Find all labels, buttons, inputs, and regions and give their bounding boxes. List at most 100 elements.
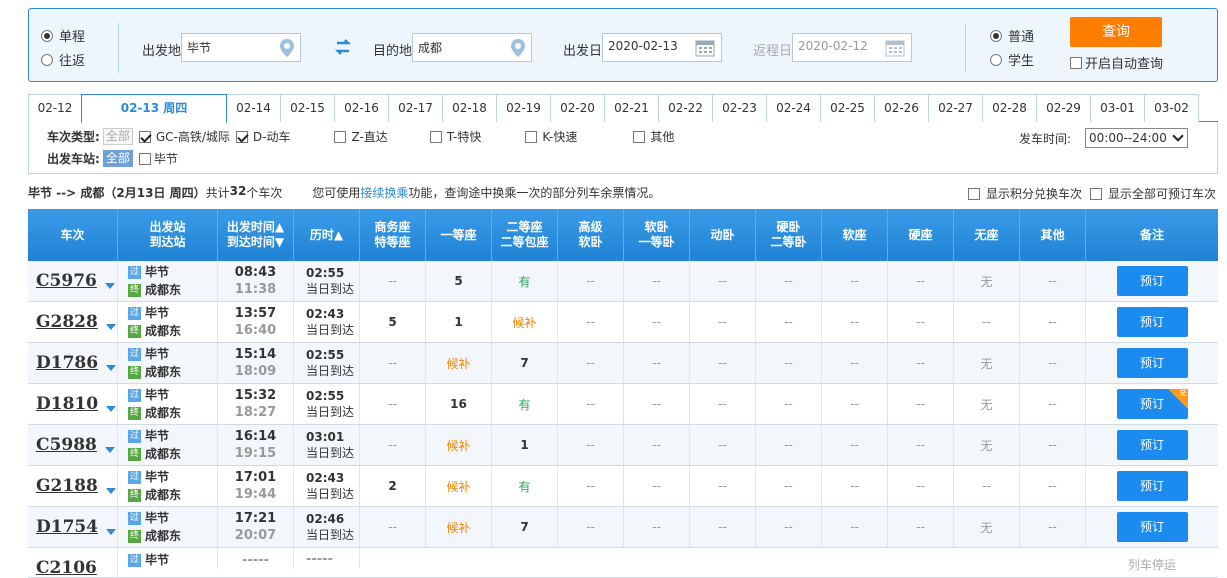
train-type-option[interactable]: GC-高铁/城际	[138, 128, 230, 145]
train-type-checkbox[interactable]	[138, 130, 151, 143]
date-tab[interactable]: 02-18	[442, 94, 497, 122]
date-tab[interactable]: 02-23	[712, 94, 767, 122]
passenger-normal[interactable]: 普通	[990, 26, 1034, 45]
train-number-link[interactable]: D1754	[36, 517, 98, 537]
date-tab[interactable]: 02-26	[874, 94, 929, 122]
seat-availability[interactable]: 2	[388, 479, 396, 493]
train-type-checkbox[interactable]	[334, 130, 347, 143]
station-all-button[interactable]: 全部	[102, 150, 133, 167]
radio-normal[interactable]	[990, 29, 1002, 42]
train-type-checkbox[interactable]	[525, 130, 538, 143]
trip-type-oneway[interactable]: 单程	[41, 26, 85, 45]
chevron-down-icon[interactable]	[105, 488, 116, 494]
seat-availability[interactable]: 候补	[446, 437, 470, 454]
from-station-name[interactable]: 毕节	[145, 345, 169, 363]
date-tab[interactable]: 02-19	[496, 94, 551, 122]
to-station-name[interactable]: 成都东	[145, 322, 181, 340]
to-station-name[interactable]: 成都东	[145, 445, 181, 463]
column-header[interactable]: 历时▲	[294, 209, 360, 261]
seat-availability[interactable]: 1	[520, 438, 528, 452]
train-number-link[interactable]: C2106	[36, 558, 97, 578]
from-station-name[interactable]: 毕节	[145, 263, 169, 281]
date-tab[interactable]: 02-13 周四	[81, 94, 227, 123]
chevron-down-icon[interactable]	[104, 283, 115, 289]
chevron-down-icon[interactable]	[104, 447, 115, 453]
seat-availability[interactable]: 有	[518, 396, 530, 413]
from-station-name[interactable]: 毕节	[145, 468, 169, 486]
date-tab[interactable]: 02-15	[280, 94, 335, 122]
date-tab[interactable]: 02-29	[1036, 94, 1091, 122]
train-type-option[interactable]: K-快速	[525, 128, 577, 145]
type-all-button[interactable]: 全部	[102, 128, 133, 145]
book-button[interactable]: 预订	[1116, 348, 1188, 378]
calendar-icon[interactable]	[885, 39, 905, 57]
to-input[interactable]: 成都	[412, 33, 532, 62]
chevron-down-icon[interactable]	[106, 365, 117, 371]
book-button[interactable]: 预订 兑	[1116, 389, 1188, 419]
auto-query-checkbox[interactable]	[1070, 56, 1082, 69]
date-tab[interactable]: 02-21	[604, 94, 659, 122]
radio-student[interactable]	[990, 53, 1002, 66]
seat-availability[interactable]: 候补	[446, 478, 470, 495]
seat-availability[interactable]: 5	[388, 315, 396, 329]
query-button[interactable]: 查询	[1070, 17, 1162, 47]
seat-availability[interactable]: 7	[520, 520, 528, 534]
date-tab[interactable]: 02-12	[28, 94, 82, 122]
depart-date-input[interactable]: 2020-02-13	[602, 33, 722, 62]
train-number-link[interactable]: C5976	[36, 271, 97, 291]
seat-availability[interactable]: 有	[518, 273, 530, 290]
from-station-name[interactable]: 毕节	[145, 386, 169, 404]
radio-oneway[interactable]	[41, 29, 53, 42]
to-station-name[interactable]: 成都东	[145, 486, 181, 504]
seat-availability[interactable]: 候补	[446, 355, 470, 372]
date-tab[interactable]: 02-28	[982, 94, 1037, 122]
date-tab[interactable]: 02-17	[388, 94, 443, 122]
seat-availability[interactable]: 候补	[446, 519, 470, 536]
train-number-link[interactable]: G2188	[36, 476, 98, 496]
train-type-option[interactable]: 其他	[633, 128, 674, 145]
book-button[interactable]: 预订	[1116, 307, 1188, 337]
auto-query-toggle[interactable]: 开启自动查询	[1070, 53, 1163, 72]
date-tab[interactable]: 02-22	[658, 94, 713, 122]
calendar-icon[interactable]	[695, 39, 715, 57]
to-station-name[interactable]: 成都东	[145, 281, 181, 299]
from-station-name[interactable]: 毕节	[145, 509, 169, 527]
train-type-option[interactable]: D-动车	[235, 128, 290, 145]
points-checkbox[interactable]	[968, 187, 980, 200]
to-station-name[interactable]: 成都东	[145, 404, 181, 422]
from-station-name[interactable]: 毕节	[145, 427, 169, 445]
to-station-name[interactable]: 成都东	[145, 363, 181, 381]
train-number-link[interactable]: D1810	[36, 394, 98, 414]
train-type-option[interactable]: T-特快	[429, 128, 481, 145]
seat-availability[interactable]: 1	[454, 315, 462, 329]
all-bookable-checkbox[interactable]	[1090, 187, 1102, 200]
date-tab[interactable]: 02-27	[928, 94, 983, 122]
seat-availability[interactable]: 候补	[512, 314, 536, 331]
date-tab[interactable]: 02-20	[550, 94, 605, 122]
book-button[interactable]: 预订	[1116, 266, 1188, 296]
return-date-input[interactable]: 2020-02-12	[792, 33, 912, 62]
transfer-link[interactable]: 接续换乘	[360, 184, 408, 201]
train-type-checkbox[interactable]	[633, 130, 646, 143]
train-number-link[interactable]: D1786	[36, 353, 98, 373]
from-input[interactable]: 毕节	[181, 33, 301, 62]
book-button[interactable]: 预订	[1116, 471, 1188, 501]
trip-type-roundtrip[interactable]: 往返	[41, 50, 85, 69]
chevron-down-icon[interactable]	[106, 406, 117, 412]
chevron-down-icon[interactable]	[105, 324, 116, 330]
swap-icon[interactable]	[334, 39, 352, 55]
train-type-checkbox[interactable]	[429, 130, 442, 143]
time-select[interactable]: 00:00--24:00	[1085, 128, 1188, 148]
seat-availability[interactable]: 有	[518, 478, 530, 495]
points-option[interactable]: 显示积分兑换车次	[968, 185, 1082, 202]
station-checkbox[interactable]	[138, 152, 151, 165]
date-tab[interactable]: 03-02	[1144, 94, 1199, 122]
train-number-link[interactable]: G2828	[36, 312, 98, 332]
from-station-name[interactable]: 毕节	[145, 551, 169, 569]
chevron-down-icon[interactable]	[106, 529, 117, 535]
date-tab[interactable]: 02-14	[226, 94, 281, 122]
from-station-name[interactable]: 毕节	[145, 304, 169, 322]
book-button[interactable]: 预订	[1116, 430, 1188, 460]
column-header[interactable]: 出发时间▲ 到达时间▼	[218, 209, 294, 261]
date-tab[interactable]: 02-25	[820, 94, 875, 122]
